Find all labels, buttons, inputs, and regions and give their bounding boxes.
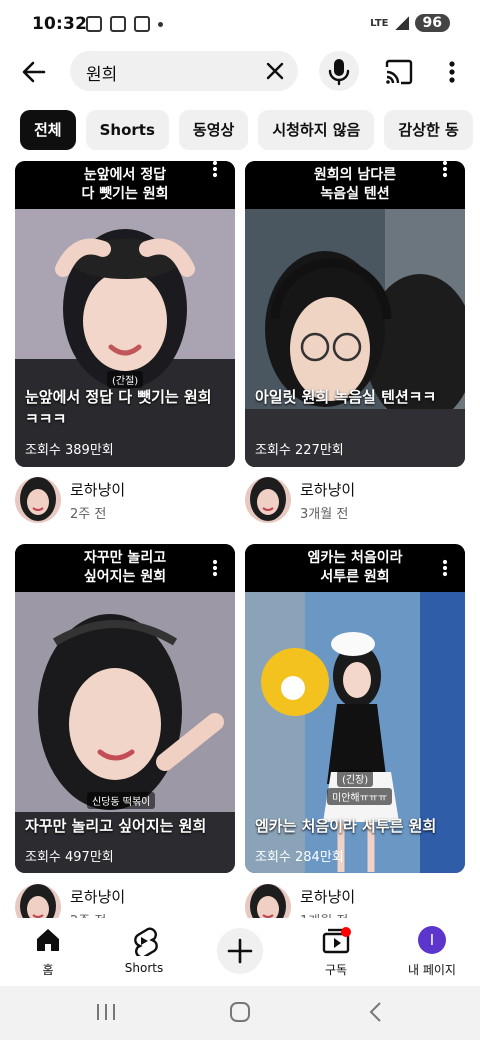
chip-unwatched[interactable]: 시청하지 않음 xyxy=(258,110,375,150)
card-menu-icon[interactable] xyxy=(205,558,225,578)
account-avatar-icon: I xyxy=(418,926,446,954)
battery-level: 96 xyxy=(414,14,450,32)
caption-line: 다 뺏기는 원희 xyxy=(81,186,169,202)
view-count: 조회수 497만회 xyxy=(25,850,114,865)
system-navigation xyxy=(0,986,480,1040)
home-circle-icon[interactable] xyxy=(229,1001,251,1023)
network-type: LTE xyxy=(370,17,389,29)
view-count: 조회수 227만회 xyxy=(255,443,344,458)
voice-search-button[interactable] xyxy=(319,51,359,91)
signal-icon xyxy=(394,16,409,30)
screenshot-icon xyxy=(86,16,102,32)
status-notification-icons xyxy=(86,16,163,32)
cast-icon[interactable] xyxy=(384,59,414,85)
chip-all[interactable]: 전체 xyxy=(20,110,76,150)
shorts-card[interactable]: 자꾸만 놀리고 싶어지는 원희 신당동 떡볶이 자꾸만 놀리고 싶어지는 원희 … xyxy=(15,544,235,873)
nav-label: 홈 xyxy=(42,963,54,977)
caption-line: 녹음실 텐션 xyxy=(320,186,390,202)
caption-line: 엠카는 처음이라 xyxy=(307,550,403,566)
chip-watched[interactable]: 감상한 동 xyxy=(384,110,473,150)
nav-label: Shorts xyxy=(124,961,164,975)
back-arrow-icon[interactable] xyxy=(18,56,50,88)
search-header: 원희 xyxy=(0,50,480,94)
microphone-icon xyxy=(328,59,350,86)
avatar[interactable] xyxy=(245,477,291,523)
caption-line: 서투른 원희 xyxy=(320,569,390,585)
recent-apps-icon[interactable] xyxy=(94,1002,118,1022)
chip-videos[interactable]: 동영상 xyxy=(178,110,249,150)
card-menu-icon[interactable] xyxy=(435,558,455,578)
upload-age: 3개월 전 xyxy=(300,507,349,522)
filter-chips: 전체 Shorts 동영상 시청하지 않음 감상한 동 xyxy=(20,110,473,150)
status-time: 10:32 xyxy=(32,14,88,34)
upload-age: 2주 전 xyxy=(70,507,107,522)
caption-line: 눈앞에서 정답 xyxy=(83,167,167,183)
avatar[interactable] xyxy=(15,477,61,523)
subscriptions-icon xyxy=(322,927,351,954)
channel-info: 로하냥이 2주 전 xyxy=(15,477,235,529)
card-menu-icon[interactable] xyxy=(205,161,225,179)
view-count: 조회수 284만회 xyxy=(255,850,344,865)
status-bar: 10:32 LTE 96 xyxy=(0,0,480,48)
bottom-navigation: 홈 Shorts 구독 I 내 페이지 xyxy=(0,918,480,986)
video-title: 자꾸만 놀리고 싶어지는 원희 xyxy=(25,817,207,835)
home-icon xyxy=(37,929,59,951)
create-button[interactable] xyxy=(217,928,263,974)
nav-home[interactable]: 홈 xyxy=(8,918,88,984)
nav-subscriptions[interactable]: 구독 xyxy=(296,918,376,984)
channel-name[interactable]: 로하냥이 xyxy=(70,886,125,907)
more-notifications-dot xyxy=(158,21,163,27)
card-menu-icon[interactable] xyxy=(435,161,455,179)
shorts-icon xyxy=(134,927,158,956)
search-query: 원희 xyxy=(86,65,118,85)
shorts-card[interactable]: 원희의 남다른 녹음실 텐션 아일릿 원희 녹음실 텐션ㅋㅋ 조회수 227만회 xyxy=(245,161,465,467)
plus-icon xyxy=(227,938,253,964)
nav-my-page[interactable]: I 내 페이지 xyxy=(392,918,472,984)
nav-label: 내 페이지 xyxy=(408,963,456,977)
caption-header: 엠카는 처음이라 서투른 원희 xyxy=(245,544,465,592)
voicemail-icon xyxy=(110,16,126,32)
video-title: 눈앞에서 정답 다 뺏기는 원희 ㅋㅋㅋ xyxy=(25,388,212,428)
app-notification-icon xyxy=(134,16,150,32)
nav-shorts[interactable]: Shorts xyxy=(104,918,184,984)
subtitle-overlay: (긴장) xyxy=(337,770,374,787)
shorts-card[interactable]: 엠카는 처음이라 서투른 원희 (긴장) 미안해ㅠㅠㅠ 엠카는 처음이라 서투른… xyxy=(245,544,465,873)
subtitle-overlay: 미안해ㅠㅠㅠ xyxy=(327,788,393,805)
shorts-card[interactable]: 눈앞에서 정답 다 뺏기는 원희 (간절) 눈앞에서 정답 다 뺏기는 원희 ㅋ… xyxy=(15,161,235,467)
caption-header: 원희의 남다른 녹음실 텐션 xyxy=(245,161,465,209)
caption-header: 자꾸만 놀리고 싶어지는 원희 xyxy=(15,544,235,592)
channel-name[interactable]: 로하냥이 xyxy=(300,886,355,907)
channel-name[interactable]: 로하냥이 xyxy=(70,479,125,500)
caption-line: 자꾸만 놀리고 xyxy=(83,550,167,566)
chip-shorts[interactable]: Shorts xyxy=(85,110,169,150)
caption-line: 싶어지는 원희 xyxy=(83,569,167,585)
search-input[interactable]: 원희 xyxy=(70,51,298,91)
clear-search-icon[interactable] xyxy=(264,60,286,82)
view-count: 조회수 389만회 xyxy=(25,443,114,458)
channel-name[interactable]: 로하냥이 xyxy=(300,479,355,500)
caption-header: 눈앞에서 정답 다 뺏기는 원희 xyxy=(15,161,235,209)
video-thumbnail xyxy=(245,209,465,467)
channel-info: 로하냥이 3개월 전 xyxy=(245,477,465,529)
back-chevron-icon[interactable] xyxy=(367,1001,383,1023)
nav-label: 구독 xyxy=(324,963,348,977)
more-options-icon[interactable] xyxy=(440,58,464,86)
caption-line: 원희의 남다른 xyxy=(313,167,397,183)
subtitle-overlay: 신당동 떡볶이 xyxy=(87,792,156,809)
video-title: 아일릿 원희 녹음실 텐션ㅋㅋ xyxy=(255,388,437,406)
video-title: 엠카는 처음이라 서투른 원희 xyxy=(255,817,437,835)
